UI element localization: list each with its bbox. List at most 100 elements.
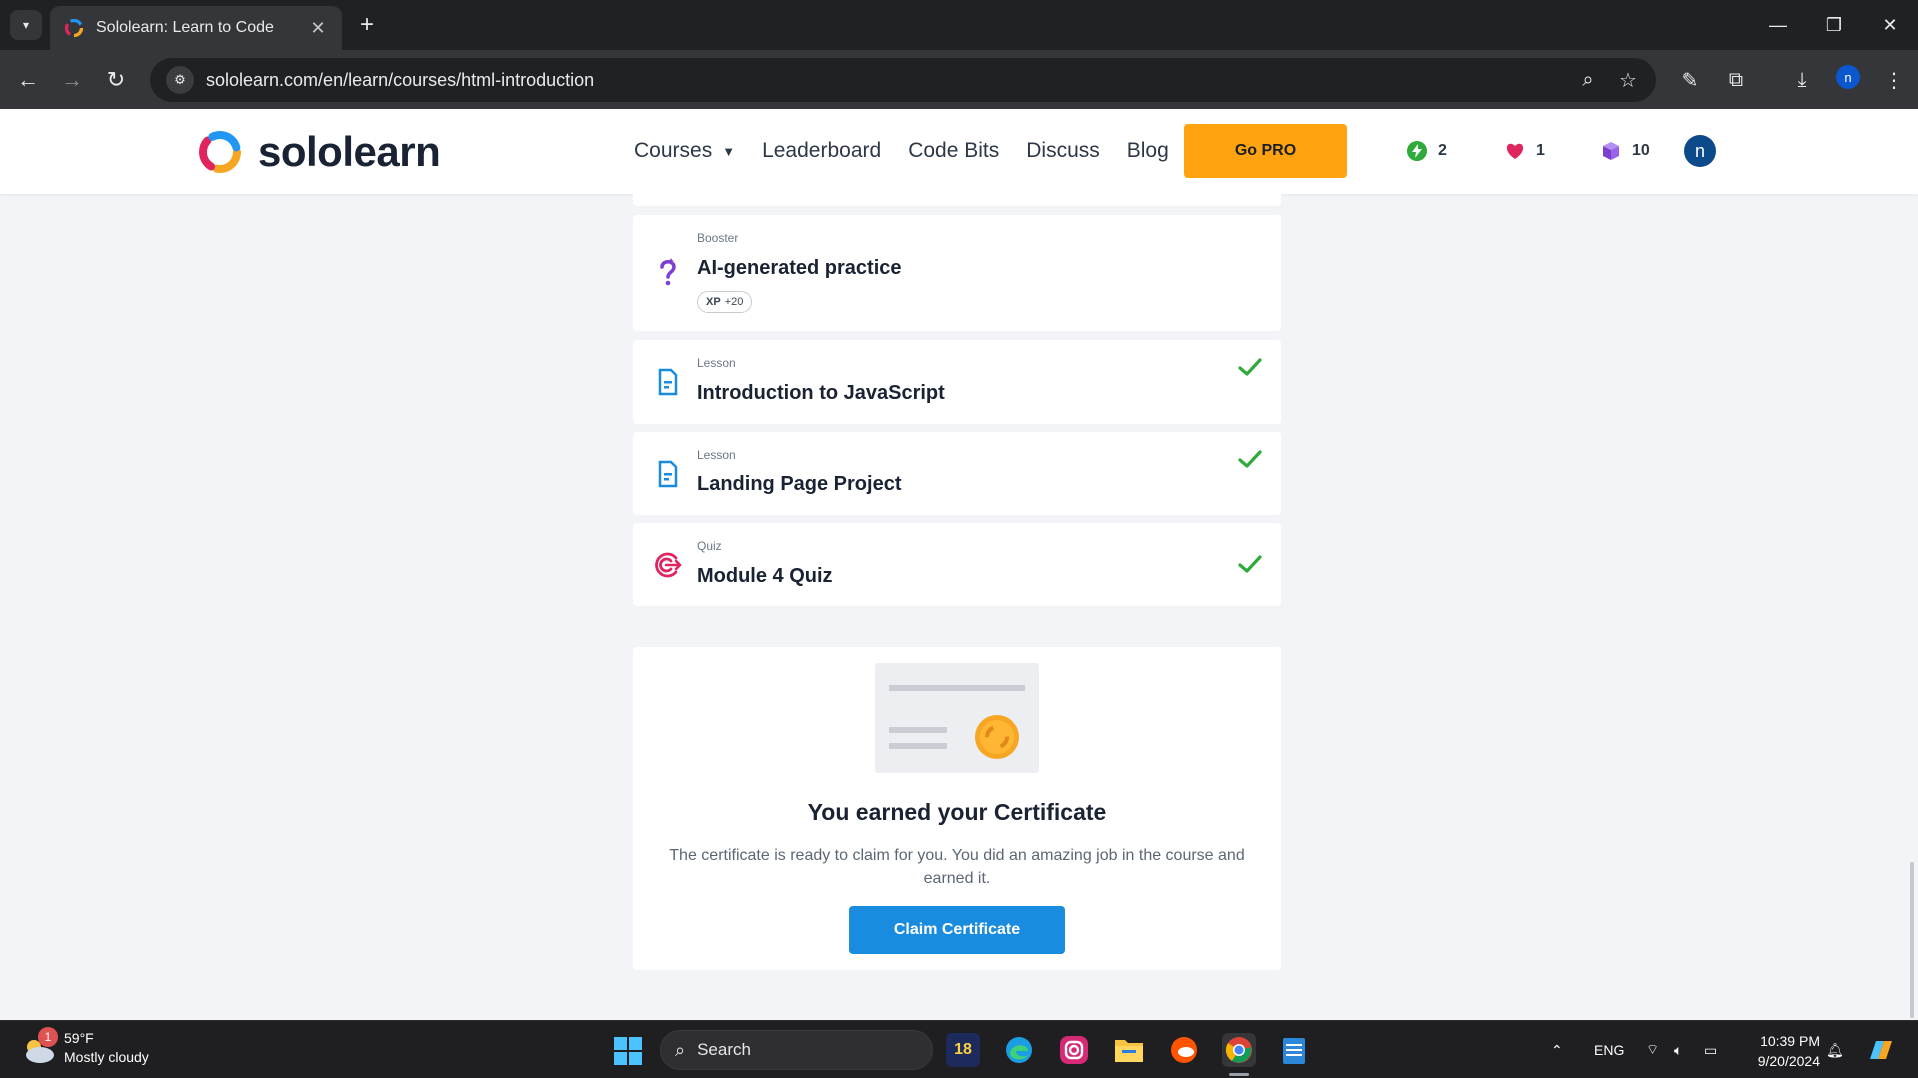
cloudy-weather-icon: 1 [20, 1027, 58, 1067]
edge-icon[interactable] [1002, 1033, 1036, 1067]
user-avatar[interactable]: n [1684, 135, 1716, 167]
logo-wordmark: sololearn [258, 128, 441, 175]
notepad-icon[interactable] [1277, 1033, 1311, 1067]
wifi-icon[interactable]: ⌔ [1646, 1021, 1659, 1078]
completed-check-icon [1238, 450, 1262, 468]
close-window-button[interactable]: ✕ [1862, 0, 1918, 50]
xp-label: XP [706, 296, 721, 308]
nav-blog[interactable]: Blog [1127, 139, 1169, 163]
download-icon[interactable]: ⤓ [1788, 66, 1816, 94]
chrome-menu-icon[interactable]: ⋮ [1880, 66, 1908, 94]
sololearn-logo[interactable]: sololearn [196, 128, 441, 176]
item-type-label: Quiz [697, 539, 722, 553]
volume-icon[interactable]: 🔈︎ [1674, 1021, 1682, 1078]
lesson-item-intro-js[interactable]: Lesson Introduction to JavaScript [633, 340, 1281, 424]
certificate-description: The certificate is ready to claim for yo… [669, 847, 1245, 887]
nav-courses-label: Courses [634, 139, 713, 162]
taskbar-clock[interactable]: 10:39 PM 9/20/2024 [1744, 1031, 1820, 1071]
weather-widget[interactable]: 1 59°F Mostly cloudy [20, 1027, 149, 1067]
go-pro-button[interactable]: Go PRO [1184, 124, 1347, 178]
xp-badge: XP +20 [697, 291, 753, 313]
lesson-item-landing-page[interactable]: Lesson Landing Page Project [633, 432, 1281, 515]
language-indicator[interactable]: ENG [1594, 1021, 1624, 1078]
active-app-indicator [1229, 1073, 1249, 1076]
certificate-illustration [875, 663, 1039, 773]
main-nav: Courses ▼ Leaderboard Code Bits Discuss B… [634, 139, 1196, 163]
taskbar-search[interactable]: ⌕ Search [660, 1030, 933, 1070]
item-type-label: Lesson [697, 356, 736, 370]
browser-profile-avatar[interactable]: n [1836, 65, 1860, 89]
item-type-label: Booster [697, 231, 739, 245]
browser-tabstrip: ▾ Sololearn: Learn to Code ✕ + — ❐ ✕ [0, 0, 1918, 50]
certificate-title: You earned your Certificate [807, 799, 1107, 825]
lesson-item-booster[interactable]: Booster AI-generated practice XP +20 [633, 215, 1281, 331]
windows-taskbar: 1 59°F Mostly cloudy ⌕ Search 18 ⌃ ENG ⌔… [0, 1020, 1918, 1078]
weather-desc: Mostly cloudy [64, 1049, 149, 1065]
battery-icon[interactable]: ▭ [1704, 1021, 1717, 1078]
file-explorer-icon[interactable] [1112, 1033, 1146, 1067]
address-bar[interactable]: ⚙ sololearn.com/en/learn/courses/html-in… [150, 58, 1656, 102]
nav-courses[interactable]: Courses ▼ [634, 139, 735, 163]
weather-alert-badge: 1 [38, 1027, 58, 1047]
tab-title: Sololearn: Learn to Code [96, 19, 274, 36]
lesson-document-icon [653, 459, 683, 489]
streak-bolt-icon [1406, 140, 1428, 162]
chrome-icon[interactable] [1222, 1033, 1256, 1067]
lesson-item-module-4-quiz[interactable]: Quiz Module 4 Quiz [633, 523, 1281, 606]
url-text: sololearn.com/en/learn/courses/html-intr… [206, 69, 595, 90]
sololearn-favicon-icon [64, 18, 84, 38]
reload-button[interactable]: ↻ [100, 64, 132, 96]
weather-temp: 59°F [64, 1030, 94, 1046]
browser-tab-active[interactable]: Sololearn: Learn to Code ✕ [50, 6, 342, 50]
copilot-icon[interactable] [1866, 1021, 1896, 1078]
certificate-card: You earned your Certificate The certific… [633, 647, 1281, 970]
notification-bell-icon[interactable]: 🔔︎ [1826, 1021, 1844, 1078]
site-header: sololearn Courses ▼ Leaderboard Code Bits… [0, 109, 1918, 194]
nav-discuss[interactable]: Discuss [1026, 139, 1100, 163]
hearts-counter[interactable]: 1 [1504, 140, 1545, 162]
extensions-icon[interactable]: ⧉ [1722, 66, 1750, 94]
sololearn-logo-icon [199, 131, 241, 173]
quiz-target-icon [653, 550, 683, 580]
heart-icon [1504, 140, 1526, 162]
bits-cube-icon [1600, 140, 1622, 162]
zoom-icon[interactable]: ⌕ [1574, 66, 1602, 94]
windows-start-icon[interactable] [613, 1036, 643, 1066]
minimize-button[interactable]: — [1750, 0, 1806, 50]
nav-code-bits[interactable]: Code Bits [908, 139, 999, 163]
chevron-down-icon: ▼ [722, 143, 736, 159]
taskbar-app-18[interactable]: 18 [946, 1033, 980, 1067]
forward-button[interactable]: → [56, 64, 88, 96]
previous-card-edge [633, 194, 1281, 206]
item-title: Module 4 Quiz [697, 565, 833, 587]
bookmark-star-icon[interactable]: ☆ [1614, 66, 1642, 94]
item-title: Introduction to JavaScript [697, 382, 945, 404]
xp-value: +20 [724, 296, 744, 308]
new-tab-button[interactable]: + [352, 10, 382, 40]
instagram-icon[interactable] [1057, 1033, 1091, 1067]
bits-count: 10 [1632, 142, 1650, 159]
bits-counter[interactable]: 10 [1600, 140, 1650, 162]
nav-leaderboard[interactable]: Leaderboard [762, 139, 881, 163]
clock-time: 10:39 PM [1760, 1033, 1820, 1049]
tab-search-button[interactable]: ▾ [10, 10, 42, 40]
booster-question-icon [653, 257, 683, 287]
item-title: AI-generated practice [697, 257, 902, 279]
streak-counter[interactable]: 2 [1406, 140, 1447, 162]
page-scrollbar[interactable] [1910, 862, 1914, 1018]
tray-overflow-chevron-icon[interactable]: ⌃ [1551, 1021, 1563, 1078]
claim-certificate-button[interactable]: Claim Certificate [849, 906, 1065, 954]
lesson-document-icon [653, 367, 683, 397]
completed-check-icon [1238, 358, 1262, 376]
back-button[interactable]: ← [12, 64, 44, 96]
site-info-icon[interactable]: ⚙ [166, 66, 194, 94]
soundcloud-icon[interactable] [1167, 1033, 1201, 1067]
item-title: Landing Page Project [697, 473, 902, 495]
restore-button[interactable]: ❐ [1806, 0, 1862, 50]
search-icon: ⌕ [675, 1039, 686, 1060]
clock-date: 9/20/2024 [1757, 1053, 1820, 1069]
tab-close-icon[interactable]: ✕ [308, 18, 328, 39]
eyedropper-icon[interactable]: ✎ [1676, 66, 1704, 94]
hearts-count: 1 [1536, 142, 1545, 159]
taskbar-search-label: Search [697, 1040, 751, 1059]
